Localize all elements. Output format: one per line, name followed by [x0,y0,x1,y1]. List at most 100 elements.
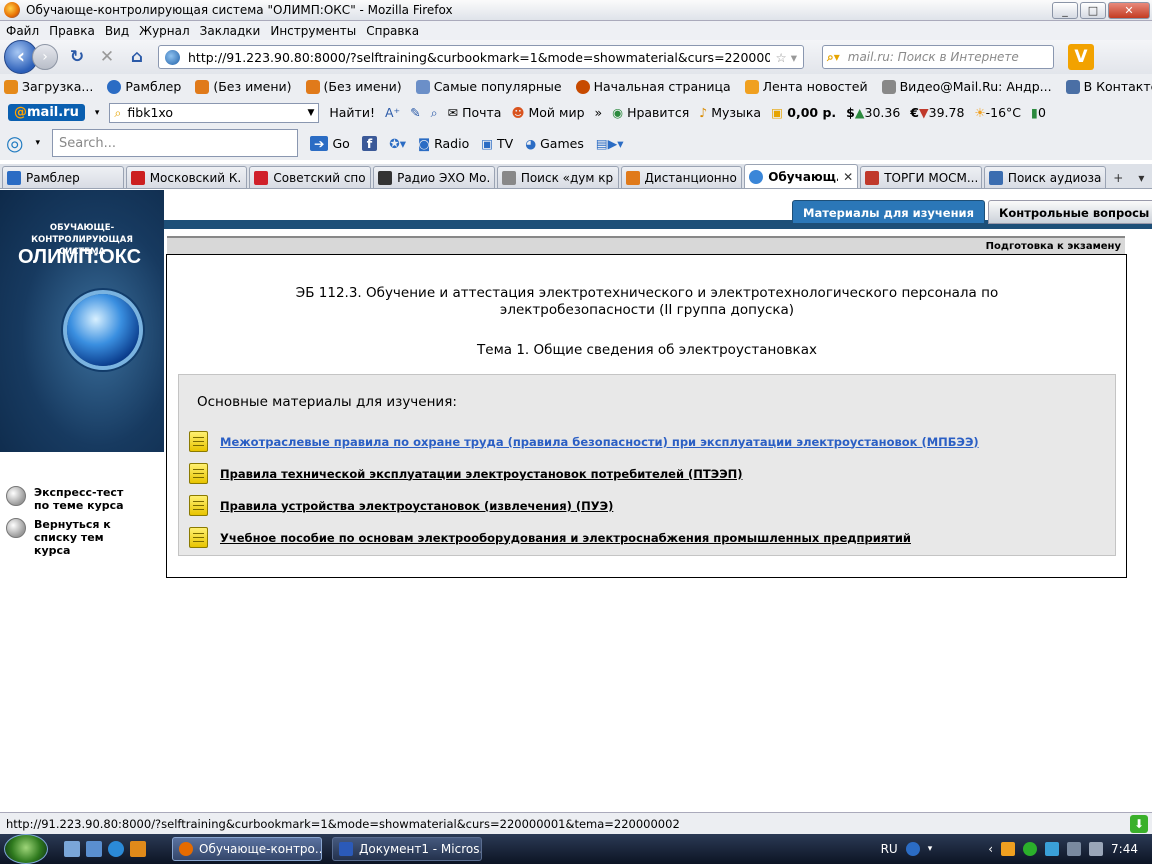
mail-button[interactable]: ✉ Почта [448,105,502,120]
download-arrow-icon[interactable]: ⬇ [1130,814,1148,833]
home-icon[interactable]: ⌂ [126,46,148,68]
games-button[interactable]: ◕ Games [525,136,584,151]
bookmark-item[interactable]: (Без имени) [195,79,292,94]
tab-mk[interactable]: Московский К... [125,166,248,188]
material-link-pteep[interactable]: Правила технической эксплуатации электро… [220,467,743,481]
volume-icon[interactable] [1089,842,1104,856]
find-button[interactable]: Найти! [329,105,375,120]
menu-tools[interactable]: Инструменты [270,24,356,38]
close-tab-icon[interactable]: ✕ [843,170,853,184]
go-button[interactable]: ➔ Go [309,135,350,151]
tab-rambler[interactable]: Рамблер [2,166,124,188]
my-world-button[interactable]: ☻ Мой мир [511,105,584,120]
help-icon[interactable] [905,842,920,856]
tab-materials[interactable]: Материалы для изучения [792,200,985,224]
url-bar[interactable]: http://91.223.90.80:8000/?selftraining&c… [158,45,804,69]
express-test-link[interactable]: Экспресс-тест по теме курса [6,486,126,512]
material-link-textbook[interactable]: Учебное пособие по основам электрооборуд… [220,531,911,545]
material-item[interactable]: Учебное пособие по основам электрооборуд… [189,527,911,548]
highlight-icon[interactable]: ✎ [410,105,420,120]
weather-widget[interactable]: ☀-16°C [974,105,1021,120]
stop-icon[interactable]: ✕ [96,46,118,68]
bookmark-item[interactable]: Рамблер [107,79,181,94]
games-icon: ◕ [525,135,541,151]
start-button[interactable] [4,834,48,864]
chevron-down-icon[interactable]: ▾ [928,844,933,854]
music-button[interactable]: ♪ Музыка [699,105,761,120]
toolbar-logo-icon[interactable]: ◎ [6,131,23,155]
radio-button[interactable]: ◙ Radio [418,136,469,151]
traffic-widget[interactable]: ▮0 [1031,105,1046,120]
tv-button[interactable]: ▣ TV [481,136,513,151]
ie-icon[interactable] [108,841,124,857]
tab-distance[interactable]: Дистанционно... [620,166,743,188]
menu-edit[interactable]: Правка [49,24,95,38]
menu-file[interactable]: Файл [6,24,39,38]
search-engine-box[interactable]: ⌕▾ mail.ru: Поиск в Интернете [822,45,1054,69]
mailru-search-input[interactable]: ⌕ fibk1xo ▼ [109,102,320,123]
media-player-icon[interactable] [130,841,146,857]
chevron-down-icon[interactable]: ▼ [307,108,314,118]
chevron-down-icon[interactable]: ▾ [35,138,40,148]
tab-control-questions[interactable]: Контрольные вопросы [987,200,1152,224]
search-engine-icon[interactable]: ⌕▾ [827,50,840,65]
bookmark-item[interactable]: Лента новостей [744,79,868,94]
like-button[interactable]: ◉ Нравится [612,105,689,120]
menu-history[interactable]: Журнал [139,24,190,38]
bookmark-item[interactable]: Начальная страница [575,79,731,94]
tray-app-icon[interactable] [1045,842,1060,856]
tray-expand-icon[interactable]: ‹ [988,842,993,856]
exam-prep-link[interactable]: Подготовка к экзамену [167,236,1125,254]
wallet-button[interactable]: ▣ 0,00 р. [771,105,836,120]
tray-app-icon[interactable] [1001,842,1016,856]
menu-bookmarks[interactable]: Закладки [200,24,261,38]
more-chevron-icon[interactable]: » [595,105,603,120]
taskbar-firefox[interactable]: Обучающе-контро... [172,837,322,861]
tab-audio-search[interactable]: Поиск аудиоза... [983,166,1106,188]
tab-echo[interactable]: Радио ЭХО Мо... [373,166,495,188]
v-addon-button[interactable]: V [1068,44,1094,70]
menu-help[interactable]: Справка [366,24,419,38]
taskbar-word[interactable]: Документ1 - Micros... [332,837,482,861]
show-desktop-icon[interactable] [64,841,80,857]
chevron-down-icon[interactable]: ▾ [95,108,100,118]
eur-rate[interactable]: €▼39.78 [910,105,964,120]
forward-button[interactable]: › [32,44,58,70]
tab-torgi[interactable]: ТОРГИ МОСМ... [860,166,982,188]
material-link-pue[interactable]: Правила устройства электроустановок (изв… [220,499,613,513]
bookmark-item[interactable]: (Без имени) [305,79,402,94]
clock[interactable]: 7:44 [1111,842,1138,856]
smiley-icon[interactable]: ✪▾ [389,136,406,151]
back-to-topics-link[interactable]: Вернуться к списку тем курса [6,518,126,557]
menu-view[interactable]: Вид [105,24,129,38]
bookmark-item[interactable]: В Контакте | Антон Ру... [1065,79,1152,94]
bookmark-item[interactable]: Самые популярные [415,79,562,94]
facebook-icon[interactable]: f [361,135,378,151]
bookmark-star-icon[interactable]: ☆ ▾ [776,50,797,65]
reload-icon[interactable]: ↻ [66,46,88,68]
switch-windows-icon[interactable] [86,841,102,857]
minimize-button[interactable]: _ [1052,1,1078,19]
network-icon[interactable] [1067,842,1082,856]
usd-rate[interactable]: $▲30.36 [846,105,900,120]
maximize-button[interactable]: □ [1080,1,1106,19]
text-size-icon[interactable]: A⁺ [385,105,400,120]
find-in-page-icon[interactable]: ⌕ [431,105,438,121]
new-tab-icon[interactable]: + [1108,168,1129,188]
language-indicator[interactable]: RU [881,842,898,856]
tab-sport[interactable]: Советский спо... [249,166,372,188]
material-link-mpbee[interactable]: Межотраслевые правила по охране труда (п… [220,435,979,449]
material-item[interactable]: Межотраслевые правила по охране труда (п… [189,431,979,452]
close-window-button[interactable]: ✕ [1108,1,1150,19]
bookmark-item[interactable]: Загрузка... [4,79,93,94]
material-item[interactable]: Правила технической эксплуатации электро… [189,463,743,484]
tab-olimp-active[interactable]: Обучающ...✕ [744,164,859,188]
tray-app-icon[interactable] [1023,842,1038,856]
tab-list-icon[interactable]: ▾ [1131,168,1152,188]
mailru-logo[interactable]: @mail.ru [8,104,85,121]
bookmark-item[interactable]: Видео@Mail.Ru: Андр... [881,79,1052,94]
tab-wiki-search[interactable]: Поиск «дум кр... [496,166,619,188]
material-item[interactable]: Правила устройства электроустановок (изв… [189,495,613,516]
toolbar-search-input[interactable]: Search... [51,129,298,157]
social-icons[interactable]: ▤▶▾ [596,136,624,151]
